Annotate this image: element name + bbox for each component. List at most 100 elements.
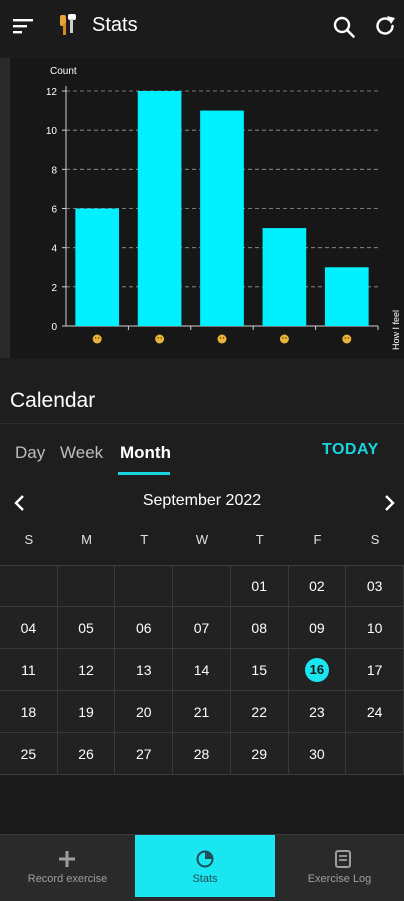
day-number: 02 xyxy=(309,578,325,594)
divider xyxy=(0,423,404,424)
tab-week[interactable]: Week xyxy=(60,443,103,463)
day-cell-23[interactable]: 23 xyxy=(288,691,347,733)
day-cell-10[interactable]: 10 xyxy=(346,607,404,649)
active-tab-indicator xyxy=(118,472,170,475)
day-number: 25 xyxy=(20,745,37,762)
today-button[interactable]: TODAY xyxy=(322,441,379,459)
day-number: 09 xyxy=(309,619,325,636)
day-number: 30 xyxy=(309,745,325,762)
day-cell-03[interactable]: 03 xyxy=(346,565,404,607)
day-cell-11[interactable]: 11 xyxy=(0,649,58,691)
emoji-eye xyxy=(95,337,97,339)
day-number: 12 xyxy=(78,661,94,678)
bar xyxy=(262,228,307,326)
day-cell-26[interactable]: 26 xyxy=(57,733,116,775)
log-book-icon xyxy=(335,850,351,868)
day-number: 15 xyxy=(251,661,267,678)
day-cell-13[interactable]: 13 xyxy=(115,649,174,691)
day-cell-30[interactable]: 30 xyxy=(288,733,347,775)
bar xyxy=(324,267,369,326)
day-cell-14[interactable]: 14 xyxy=(173,649,231,691)
day-number: 04 xyxy=(20,619,37,636)
day-cell-27[interactable]: 27 xyxy=(115,733,174,775)
day-number: 27 xyxy=(135,745,152,762)
nav-record-exercise[interactable]: Record exercise xyxy=(0,835,135,897)
app-bar: Stats xyxy=(0,0,404,55)
calendar-title: Calendar xyxy=(10,389,96,412)
month-label: September 2022 xyxy=(142,492,262,509)
day-number: 13 xyxy=(135,661,152,678)
day-number: 22 xyxy=(251,703,267,720)
app-logo-icon xyxy=(60,14,76,35)
day-cell-08[interactable]: 08 xyxy=(230,607,289,649)
bar xyxy=(200,110,244,326)
day-cell-05[interactable]: 05 xyxy=(57,607,116,649)
day-cell-04[interactable]: 04 xyxy=(0,607,58,649)
y-tick-label: 8 xyxy=(51,165,57,176)
day-cell-12[interactable]: 12 xyxy=(57,649,116,691)
day-cell-25[interactable]: 25 xyxy=(0,733,58,775)
bar xyxy=(137,91,182,326)
empty-day-cell xyxy=(346,733,404,775)
refresh-icon[interactable] xyxy=(373,14,397,38)
day-cell-06[interactable]: 06 xyxy=(115,607,174,649)
emoji-eye xyxy=(157,337,159,339)
day-number: 10 xyxy=(366,619,383,636)
emoji-eye xyxy=(219,337,222,339)
stats-chart: Count 0 2 4 6 8 10 12 How I feel xyxy=(0,54,404,359)
emoji-icon xyxy=(279,334,289,344)
day-number: 18 xyxy=(20,703,37,720)
day-cell-07[interactable]: 07 xyxy=(173,607,231,649)
tab-month[interactable]: Month xyxy=(120,443,171,463)
day-cell-24[interactable]: 24 xyxy=(346,691,404,733)
weekday-header: SMTWTFS xyxy=(0,532,404,552)
day-cell-09[interactable]: 09 xyxy=(288,607,347,649)
day-number: 05 xyxy=(78,619,94,636)
day-cell-02[interactable]: 02 xyxy=(288,565,347,607)
y-tick-label: 4 xyxy=(51,244,57,255)
day-cell-20[interactable]: 20 xyxy=(115,691,174,733)
weekday-label: M xyxy=(81,532,92,547)
pie-chart-icon xyxy=(196,850,214,868)
emoji-eye xyxy=(222,337,225,339)
day-number: 16 xyxy=(304,657,329,682)
day-number: 06 xyxy=(135,619,152,636)
day-cell-16[interactable]: 16 xyxy=(288,649,347,691)
y-tick-label: 6 xyxy=(51,205,57,216)
day-number: 03 xyxy=(366,578,383,594)
tab-day[interactable]: Day xyxy=(15,443,45,463)
weekday-label: S xyxy=(24,532,34,547)
day-cell-21[interactable]: 21 xyxy=(173,691,231,733)
day-cell-18[interactable]: 18 xyxy=(0,691,58,733)
day-number: 17 xyxy=(366,661,383,678)
day-cell-22[interactable]: 22 xyxy=(230,691,289,733)
empty-area xyxy=(0,776,404,836)
x-axis-label: How I feel xyxy=(391,310,401,350)
chevron-right-icon[interactable] xyxy=(381,493,397,513)
weekday-label: T xyxy=(255,532,264,547)
emoji-eye xyxy=(285,337,287,339)
emoji-eye xyxy=(98,337,100,339)
day-cell-28[interactable]: 28 xyxy=(173,733,231,775)
day-number: 24 xyxy=(366,703,383,720)
y-tick-label: 10 xyxy=(46,126,58,137)
y-tick-label: 12 xyxy=(46,87,58,98)
day-cell-17[interactable]: 17 xyxy=(346,649,404,691)
day-number: 21 xyxy=(193,703,210,720)
day-cell-19[interactable]: 19 xyxy=(57,691,116,733)
empty-day-cell xyxy=(57,565,116,607)
plus-icon xyxy=(59,851,75,867)
nav-stats[interactable]: Stats xyxy=(135,835,275,897)
chart-panel: Count 0 2 4 6 8 10 12 How I feel xyxy=(10,58,404,358)
chart-scroll-strip xyxy=(0,58,10,358)
day-cell-01[interactable]: 01 xyxy=(230,565,289,607)
emoji-icon xyxy=(92,334,102,344)
day-cell-29[interactable]: 29 xyxy=(230,733,289,775)
day-cell-15[interactable]: 15 xyxy=(230,649,289,691)
nav-exercise-log[interactable]: Exercise Log xyxy=(275,835,404,897)
search-icon[interactable] xyxy=(332,15,356,39)
menu-icon[interactable] xyxy=(12,16,34,36)
bar xyxy=(75,208,120,326)
day-number: 28 xyxy=(193,745,210,762)
empty-day-cell xyxy=(115,565,174,607)
